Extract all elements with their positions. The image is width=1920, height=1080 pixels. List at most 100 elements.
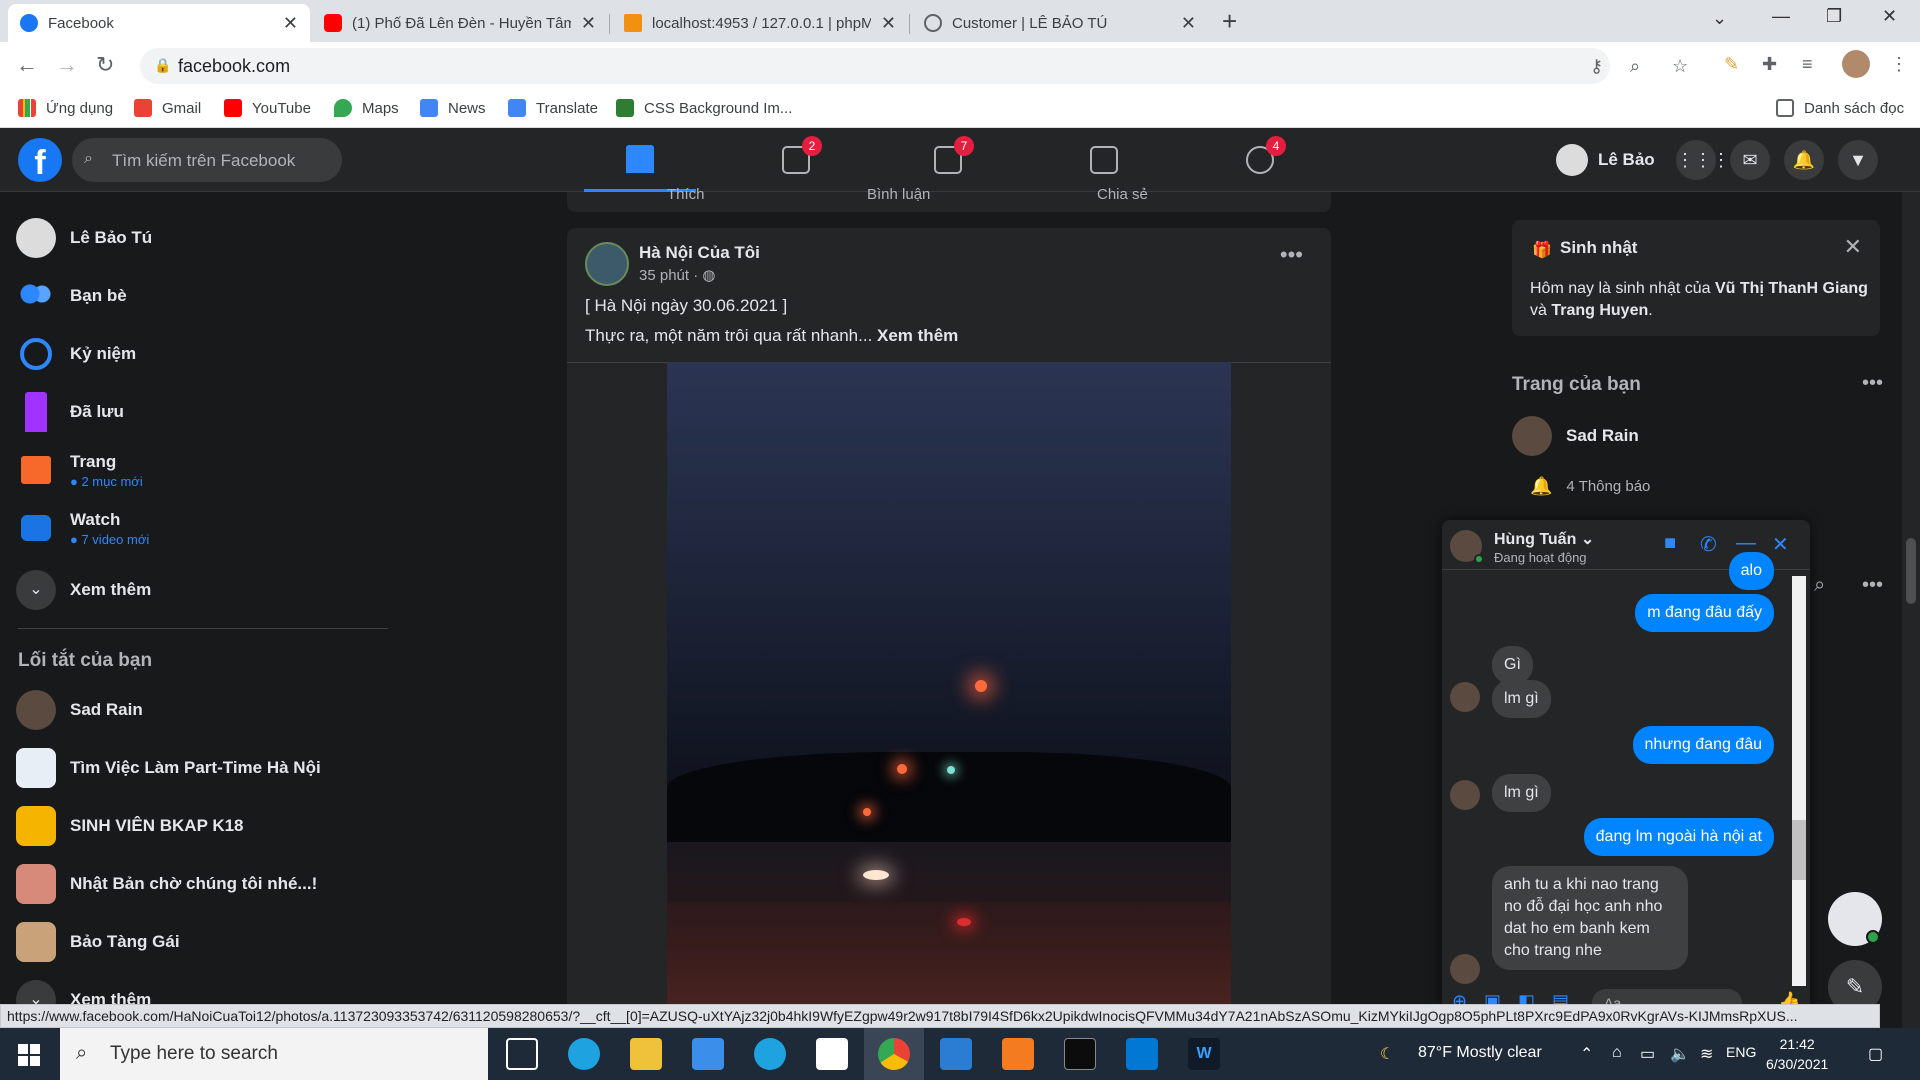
chrome-icon[interactable] [878, 1038, 910, 1070]
mail-icon[interactable] [692, 1038, 724, 1070]
nav-groups[interactable]: 4 [1204, 128, 1316, 192]
reload-icon[interactable]: ↻ [96, 52, 114, 78]
close-icon[interactable]: ✕ [1772, 532, 1789, 557]
contact-bubble[interactable] [1828, 892, 1882, 946]
language-indicator[interactable]: ENG [1726, 1044, 1756, 1060]
reading-list-button[interactable]: Danh sách đọc [1776, 99, 1904, 117]
phone-icon[interactable]: ✆ [1700, 532, 1717, 557]
puzzle-icon[interactable]: ✚ [1762, 54, 1777, 75]
address-bar[interactable]: 🔒 facebook.com ⚷ ⌕ ☆ [140, 48, 1688, 84]
url-text[interactable]: facebook.com [178, 56, 290, 77]
tab-phpmyadmin[interactable]: localhost:4953 / 127.0.0.1 | phpM ✕ [612, 4, 908, 42]
tab-search-icon[interactable]: ⌄ [1712, 8, 1727, 29]
media-icon[interactable]: ≡ [1802, 54, 1813, 75]
facebook-search-input[interactable]: ⌕ Tìm kiếm trên Facebook [72, 138, 342, 182]
key-icon[interactable]: ⚷ [1590, 56, 1603, 77]
shortcut-part-time[interactable]: Tìm Việc Làm Part-Time Hà Nội [16, 748, 321, 788]
tab-facebook[interactable]: Facebook ✕ [8, 4, 310, 42]
forward-icon[interactable]: → [56, 52, 78, 78]
bookmark-translate[interactable]: Translate [508, 99, 598, 117]
back-icon[interactable]: ← [16, 52, 38, 78]
sidebar-item-profile[interactable]: Lê Bảo Tú [16, 218, 152, 258]
bookmark-css-background[interactable]: CSS Background Im... [616, 99, 792, 117]
close-icon[interactable]: ✕ [581, 13, 596, 34]
facebook-logo-icon[interactable]: f [18, 138, 62, 182]
app-icon[interactable] [816, 1038, 848, 1070]
more-options-icon[interactable]: ••• [1280, 242, 1303, 268]
volume-icon[interactable]: 🔈 [1670, 1044, 1690, 1064]
terminal-icon[interactable] [1064, 1038, 1096, 1070]
share-button[interactable]: Chia sẻ [1097, 186, 1148, 203]
task-view-icon[interactable] [506, 1038, 538, 1070]
shortcut-bao-tang-gai[interactable]: Bảo Tàng Gái [16, 922, 180, 962]
edge-icon[interactable] [568, 1038, 600, 1070]
bookmark-apps[interactable]: Ứng dụng [18, 99, 113, 117]
weather-text[interactable]: 87°F Mostly clear [1418, 1044, 1542, 1062]
birthday-name[interactable]: Vũ Thị ThanH Giang [1715, 280, 1868, 297]
bookmark-youtube[interactable]: YouTube [224, 99, 311, 117]
see-more-link[interactable]: Xem thêm [877, 326, 958, 345]
bookmark-maps[interactable]: Maps [334, 99, 399, 117]
sidebar-item-memories[interactable]: Kỷ niệm [16, 334, 136, 374]
chat-scroll-thumb[interactable] [1792, 820, 1806, 880]
sidebar-item-pages[interactable]: Trang ● 2 mục mới [16, 450, 143, 490]
word-icon[interactable] [940, 1038, 972, 1070]
windows-start-icon[interactable] [18, 1044, 40, 1066]
menu-dots-icon[interactable]: ⋮ [1890, 54, 1908, 75]
lock-icon[interactable]: 🔒 [154, 57, 171, 74]
notifications-button[interactable]: 🔔 [1784, 140, 1824, 180]
file-explorer-icon[interactable] [630, 1038, 662, 1070]
battery-icon[interactable]: ▭ [1640, 1044, 1655, 1064]
vscode-icon[interactable] [1126, 1038, 1158, 1070]
more-options-icon[interactable]: ••• [1862, 574, 1883, 597]
close-icon[interactable]: ✕ [1181, 13, 1196, 34]
tab-customer[interactable]: Customer | LÊ BẢO TÚ ✕ [912, 4, 1208, 42]
shortcut-bkap[interactable]: SINH VIÊN BKAP K18 [16, 806, 244, 846]
taskbar-search[interactable]: ⌕ Type here to search [60, 1028, 488, 1080]
clock[interactable]: 21:42 6/30/2021 [1766, 1034, 1828, 1074]
post-author[interactable]: Hà Nội Của Tôi [639, 243, 760, 263]
wifi-icon[interactable]: ≋ [1700, 1044, 1713, 1064]
page-scroll-thumb[interactable] [1906, 538, 1916, 604]
maximize-icon[interactable]: ❐ [1826, 6, 1842, 27]
account-button[interactable]: ▼ [1838, 140, 1878, 180]
sidebar-item-watch[interactable]: Watch ● 7 video mới [16, 508, 149, 548]
sidebar-item-see-more[interactable]: ⌄ Xem thêm [16, 570, 151, 610]
tab-youtube[interactable]: (1) Phố Đã Lên Đèn - Huyền Tâm ✕ [312, 4, 608, 42]
shortcut-sad-rain[interactable]: Sad Rain [16, 690, 143, 730]
page-notifications[interactable]: 🔔 4 Thông báo [1530, 476, 1650, 497]
close-icon[interactable]: ✕ [1844, 234, 1862, 260]
profile-chip[interactable]: Lê Bảo [1556, 140, 1655, 180]
menu-grid-button[interactable]: ⋮⋮⋮ [1676, 140, 1730, 180]
notification-center-icon[interactable]: ▢ [1868, 1044, 1883, 1064]
minimize-icon[interactable]: — [1772, 6, 1790, 27]
chat-scrollbar[interactable] [1792, 576, 1806, 986]
extension-icon[interactable]: ✎ [1724, 54, 1739, 75]
more-options-icon[interactable]: ••• [1862, 372, 1883, 395]
chat-contact-name[interactable]: Hùng Tuấn ⌄ [1494, 529, 1594, 549]
birthday-name[interactable]: Trang Huyen [1551, 302, 1648, 319]
app-icon[interactable]: W [1188, 1038, 1220, 1070]
nav-marketplace[interactable] [1048, 128, 1160, 192]
chrome-profile-avatar[interactable] [1842, 50, 1870, 78]
post-photo[interactable] [667, 362, 1231, 1028]
sidebar-item-friends[interactable]: Bạn bè [16, 276, 127, 316]
avatar[interactable] [585, 242, 629, 286]
bookmark-star-icon[interactable]: ☆ [1672, 56, 1688, 77]
bookmark-gmail[interactable]: Gmail [134, 99, 201, 117]
nav-pages[interactable]: 2 [740, 128, 852, 192]
post-time[interactable]: 35 phút · ◍ [639, 266, 715, 284]
app-icon[interactable] [754, 1038, 786, 1070]
your-page-item[interactable]: Sad Rain [1512, 416, 1639, 456]
close-icon[interactable]: ✕ [881, 13, 896, 34]
sidebar-item-saved[interactable]: Đã lưu [16, 392, 124, 432]
chevron-up-icon[interactable]: ⌃ [1580, 1044, 1593, 1064]
nav-home[interactable] [584, 128, 696, 192]
xampp-icon[interactable] [1002, 1038, 1034, 1070]
nav-watch[interactable]: 7 [892, 128, 1004, 192]
new-tab-button[interactable]: + [1222, 6, 1237, 37]
window-close-icon[interactable]: ✕ [1882, 6, 1897, 27]
comment-button[interactable]: Bình luận [867, 186, 930, 203]
like-button[interactable]: Thích [667, 186, 705, 203]
video-call-icon[interactable]: ■ [1664, 532, 1676, 555]
